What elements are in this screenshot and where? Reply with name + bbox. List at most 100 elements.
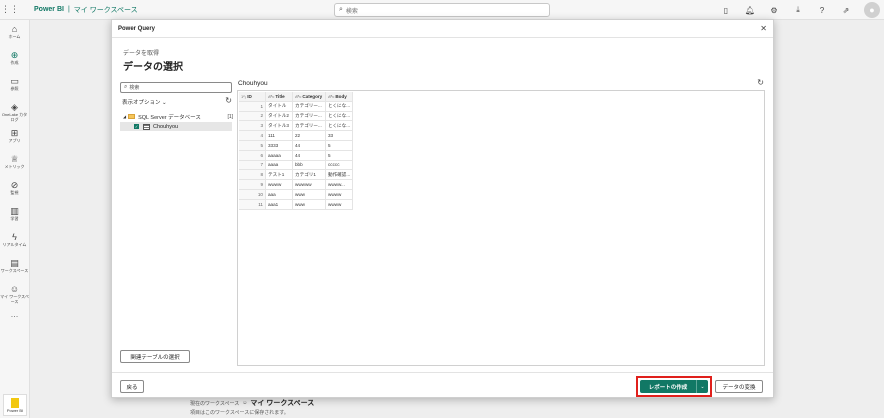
row-number-cell: 8 (239, 170, 266, 181)
monitor-icon: ⊘ (10, 180, 19, 190)
table-cell: カテゴリー... (293, 121, 326, 132)
collapse-caret-icon[interactable]: ◢ (123, 114, 126, 119)
table-cell: aaa1 (266, 199, 293, 210)
transform-data-button[interactable]: データの変換 (715, 380, 763, 393)
display-options-label: 表示オプション (122, 100, 161, 106)
column-header-label: Category (302, 93, 323, 99)
preview-refresh-icon[interactable]: ↻ (757, 78, 764, 87)
current-workspace: 現在のワークスペース ☺ マイ ワークスペース (190, 398, 314, 408)
help-icon[interactable]: ? (816, 6, 828, 15)
workspace-icon: ☺ (242, 400, 248, 406)
table-cell: 3333 (266, 140, 293, 151)
preview-grid: 1²₃ ID Aᴮc Title Aᴮc Category Aᴮc Body 1 タイトル… (239, 92, 353, 210)
row-number-cell: 3 (239, 121, 266, 132)
nav-label-onelake: OneLake カタログ (1, 112, 28, 122)
table-cell: カテゴリ1 (293, 170, 326, 181)
column-header-category[interactable]: Aᴮc Category (293, 92, 326, 102)
nav-label-monitor: 監視 (10, 190, 19, 195)
nav-item-create[interactable]: ⊕ 作成 (0, 50, 29, 72)
brand-name[interactable]: Power BI (34, 6, 64, 13)
share-icon[interactable]: ⇗ (840, 6, 852, 15)
nav-item-workspaces[interactable]: ▤ ワークスペース (0, 258, 29, 280)
table-row: 7 aaaa bbb ccccc (239, 160, 353, 171)
avatar[interactable]: ● (864, 2, 880, 18)
search-input[interactable]: ⌕ 検索 (334, 3, 550, 17)
table-cell: タイトル (266, 101, 293, 112)
text-type-icon: Aᴮc (328, 93, 335, 99)
metrics-icon: ♕ (10, 154, 19, 164)
workspace-note: 項目はこのワークスペースに保存されます。 (190, 410, 289, 416)
table-cell: www (293, 199, 326, 210)
nav-label-home: ホーム (8, 34, 21, 39)
nav-item-realtime[interactable]: ϟ リアルタイム (0, 232, 29, 254)
select-related-tables-button[interactable]: 関連テーブルの選択 (120, 350, 190, 363)
home-icon: ⌂ (11, 24, 18, 34)
table-cell: テスト1 (266, 170, 293, 181)
checkbox-checked-icon[interactable]: ✓ (134, 124, 139, 129)
table-cell: wwww (326, 199, 353, 210)
table-cell: とくにな... (326, 101, 353, 112)
chevron-down-icon[interactable]: ⌄ (696, 380, 708, 393)
display-options-dropdown[interactable]: 表示オプション ⌄ (122, 98, 167, 106)
nav-label-browse: 参照 (10, 86, 19, 91)
current-workspace-name[interactable]: マイ ワークスペース (250, 398, 314, 408)
nav-item-browse[interactable]: ▭ 参照 (0, 76, 29, 98)
table-cell: wwww (326, 189, 353, 200)
column-header-body[interactable]: Aᴮc Body (326, 92, 353, 102)
table-cell: とくにな... (326, 121, 353, 132)
table-cell: aaaaa (266, 150, 293, 161)
table-cell: カテゴリー... (293, 111, 326, 122)
dialog-heading: データの選択 (123, 62, 183, 73)
power-query-dialog: Power Query ✕ データを取得 データの選択 ⌕ 検索 表示オプション… (111, 19, 774, 398)
table-cell: bbb (293, 160, 326, 171)
nav-item-onelake[interactable]: ◈ OneLake カタログ (0, 102, 29, 124)
create-report-button[interactable]: レポートの作成 (640, 380, 696, 393)
my-workspace-icon: ☺ (9, 284, 20, 294)
back-button[interactable]: 戻る (120, 380, 144, 393)
table-icon (143, 123, 150, 130)
folder-icon (128, 114, 136, 119)
nav-item-apps[interactable]: ⊞ アプリ (0, 128, 29, 150)
column-header-title[interactable]: Aᴮc Title (266, 92, 293, 102)
tree-item-server[interactable]: ◢ SQL Server データベース [1] (123, 112, 233, 121)
more-icon[interactable]: … (0, 310, 29, 319)
close-icon[interactable]: ✕ (760, 24, 767, 33)
table-row: 4 111 22 33 (239, 131, 353, 141)
nav-label-realtime: リアルタイム (2, 242, 27, 247)
row-number-cell: 11 (239, 199, 266, 210)
navigator-search-input[interactable]: ⌕ 検索 (120, 82, 232, 93)
bell-icon[interactable]: 🔔︎ (744, 6, 756, 15)
row-number-cell: 4 (239, 131, 266, 141)
realtime-icon: ϟ (12, 232, 17, 242)
row-number-cell: 7 (239, 160, 266, 171)
row-number-cell: 6 (239, 150, 266, 161)
gear-icon[interactable]: ⚙ (768, 6, 780, 15)
download-icon[interactable]: ⤓ (792, 5, 804, 15)
table-cell: タイトル3 (266, 121, 293, 132)
power-bi-tile[interactable]: Power BI (3, 394, 27, 416)
refresh-icon[interactable]: ↻ (225, 96, 232, 105)
navigator-search-placeholder: 検索 (129, 85, 140, 91)
dialog-subtitle: データを取得 (123, 51, 160, 57)
table-cell: 動作確認... (326, 170, 353, 181)
column-header-label: ID (247, 93, 252, 99)
nav-item-metrics[interactable]: ♕ メトリック (0, 154, 29, 176)
nav-item-my-workspace[interactable]: ☺ マイ ワークスペース (0, 284, 29, 306)
nav-item-monitor[interactable]: ⊘ 監視 (0, 180, 29, 202)
dialog-footer: 戻る レポートの作成 ⌄ データの変換 (112, 372, 773, 398)
nav-label-learn: 学習 (10, 216, 19, 221)
breadcrumb-workspace[interactable]: マイ ワークスペース (74, 5, 138, 15)
tree-item-table[interactable]: ✓ Chouhyou (120, 122, 232, 131)
grid-header-row: 1²₃ ID Aᴮc Title Aᴮc Category Aᴮc Body (239, 92, 353, 102)
table-cell: 44 (293, 140, 326, 151)
column-header-label: Title (275, 93, 285, 99)
app-launcher-icon[interactable]: ⋮⋮ (0, 4, 20, 15)
column-header-id[interactable]: 1²₃ ID (239, 92, 266, 102)
nav-item-learn[interactable]: ▥ 学習 (0, 206, 29, 228)
table-row: 8 テスト1 カテゴリ1 動作確認... (239, 170, 353, 181)
table-cell: 5 (326, 150, 353, 161)
panel-toggle-icon[interactable]: ▯ (720, 6, 732, 15)
table-row: 2 タイトル2 カテゴリー... とくにな... (239, 111, 353, 122)
nav-item-home[interactable]: ⌂ ホーム (0, 24, 29, 46)
chevron-down-icon: ⌄ (162, 100, 167, 106)
